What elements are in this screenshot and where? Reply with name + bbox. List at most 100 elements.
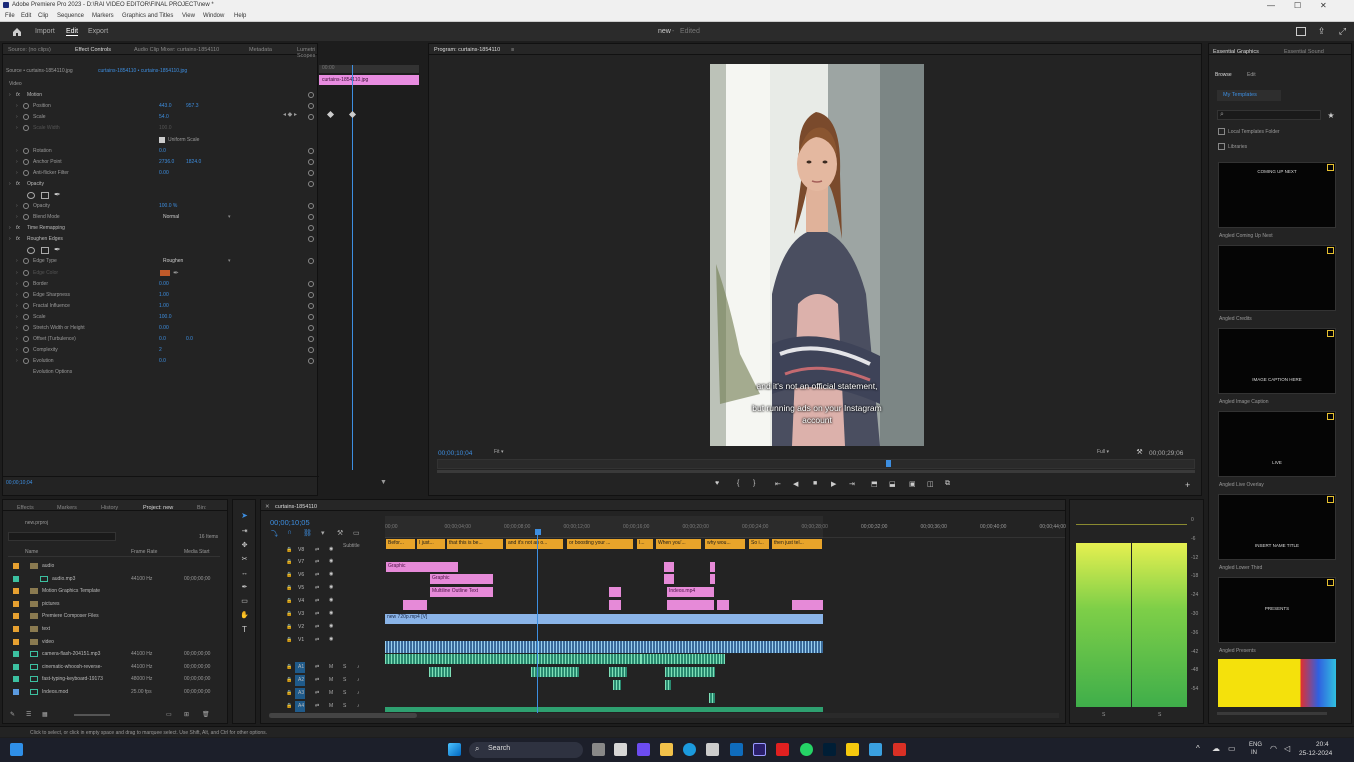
sync-lock-icon[interactable]: ⇄ — [315, 585, 319, 591]
menu-edit[interactable]: Edit — [21, 13, 31, 19]
subtitle-clip[interactable]: So i... — [749, 539, 769, 549]
quality-select[interactable]: Full ▾ — [1097, 449, 1129, 458]
delete-icon[interactable]: 🗑 — [202, 711, 210, 718]
track-header[interactable]: 🔒 V6 ⇄ ◉ — [281, 570, 397, 582]
property-value-2[interactable]: 1824.0 — [186, 159, 201, 165]
minimize-button[interactable]: — — [1267, 1, 1275, 10]
menu-graphics-and-titles[interactable]: Graphics and Titles — [122, 13, 173, 19]
edge-browser-icon[interactable] — [683, 743, 696, 756]
reset-icon[interactable] — [308, 114, 314, 121]
property-value[interactable]: 0.00 — [159, 170, 169, 176]
reset-icon[interactable] — [308, 225, 314, 232]
audio-clip[interactable] — [609, 667, 627, 677]
effect-controls-timecode[interactable]: 00;00;10;04 — [6, 480, 32, 486]
property-value-2[interactable]: 957.3 — [186, 103, 199, 109]
subtitle-clip[interactable]: Befor... — [386, 539, 415, 549]
project-item[interactable]: video — [8, 636, 218, 647]
pen-mask-icon[interactable]: ✒ — [54, 245, 61, 254]
expand-arrow-icon[interactable]: › — [16, 258, 18, 264]
project-item[interactable]: Premiere Composer Files — [8, 610, 218, 621]
graphic-clip[interactable] — [717, 600, 729, 610]
menu-help[interactable]: Help — [234, 13, 246, 19]
edge-color-swatch[interactable] — [160, 269, 170, 276]
project-item[interactable]: Indeos.mod 25.00 fps 00;00;00;00 — [8, 686, 218, 697]
mute-icon[interactable]: M — [329, 677, 333, 683]
close-button[interactable]: ✕ — [1320, 1, 1327, 10]
project-item[interactable]: audio — [8, 560, 218, 571]
timeline-sequence-tab[interactable]: curtains-1854110 — [275, 504, 317, 510]
eye-icon[interactable]: ◉ — [329, 584, 333, 590]
sync-lock-icon[interactable]: ⇄ — [315, 547, 319, 553]
selection-tool-icon[interactable]: ➤ — [239, 510, 250, 520]
expand-arrow-icon[interactable]: › — [16, 292, 18, 298]
export-frame-icon[interactable]: ▣ — [909, 480, 916, 488]
tab-import[interactable]: Import — [35, 28, 55, 35]
program-timecode[interactable]: 00;00;10;04 — [438, 450, 472, 457]
template-thumbnail-colorful[interactable] — [1218, 659, 1336, 707]
stopwatch-icon[interactable] — [23, 358, 29, 365]
graphic-clip[interactable] — [664, 562, 674, 572]
sync-lock-icon[interactable]: ⇄ — [315, 572, 319, 578]
label-color-swatch[interactable] — [13, 651, 19, 658]
property-value[interactable]: 0.00 — [159, 325, 169, 331]
sync-lock-icon[interactable]: ⇄ — [315, 703, 319, 709]
copilot-app-icon[interactable] — [637, 743, 650, 756]
expand-arrow-icon[interactable]: › — [16, 170, 18, 176]
stop-icon[interactable]: ■ — [813, 480, 817, 487]
mark-out-icon[interactable]: } — [753, 480, 755, 487]
tab-metadata[interactable]: Metadata — [249, 47, 272, 53]
property-value[interactable]: 100.0 — [159, 125, 172, 131]
column-frame-rate[interactable]: Frame Rate — [131, 549, 157, 555]
track-header[interactable]: 🔒 V2 ⇄ ◉ — [281, 622, 397, 634]
mic-icon[interactable]: ♪ — [357, 677, 360, 683]
audio-clip[interactable] — [385, 707, 823, 712]
expand-arrow-icon[interactable]: › — [16, 270, 18, 276]
lock-icon[interactable]: 🔒 — [286, 559, 292, 565]
whatsapp-app-icon[interactable] — [800, 743, 813, 756]
template-thumbnail[interactable]: INSERT NAME TITLE — [1218, 494, 1336, 560]
reset-icon[interactable] — [308, 180, 314, 187]
stopwatch-icon[interactable] — [23, 214, 29, 221]
eye-icon[interactable]: ◉ — [329, 623, 333, 629]
stopwatch-icon[interactable] — [23, 291, 29, 298]
ellipse-mask-icon[interactable] — [27, 192, 35, 199]
menu-view[interactable]: View — [182, 13, 195, 19]
track-select-tool-icon[interactable]: ⇥ — [239, 526, 250, 536]
graphic-clip[interactable] — [710, 562, 715, 572]
solo-icon[interactable]: S — [343, 677, 346, 683]
graphic-clip[interactable] — [609, 587, 621, 597]
icon-view-icon[interactable]: ▦ — [42, 711, 48, 718]
expand-arrow-icon[interactable]: › — [16, 358, 18, 364]
label-color-swatch[interactable] — [13, 588, 19, 595]
template-thumbnail[interactable]: LIVE — [1218, 411, 1336, 477]
uniform-scale-checkbox[interactable] — [159, 136, 165, 143]
subtitle-clip[interactable]: and it's not an o... — [506, 539, 563, 549]
menu-file[interactable]: File — [5, 13, 15, 19]
project-item[interactable]: camera-flash-204151.mp3 44100 Hz 00;00;00;… — [8, 648, 218, 659]
keyframe-marker[interactable] — [326, 110, 335, 119]
add-button-icon[interactable]: + — [1185, 480, 1190, 490]
track-header[interactable]: 🔒 A1 ⇄ M S ♪ — [281, 662, 397, 674]
reset-icon[interactable] — [308, 347, 314, 354]
stopwatch-icon[interactable] — [23, 269, 29, 276]
star-icon[interactable]: ★ — [1326, 110, 1336, 120]
property-value[interactable]: 100.0 — [159, 314, 172, 320]
graphic-clip[interactable]: Multiline Outline Text — [430, 587, 493, 597]
mail-app-icon[interactable] — [706, 743, 719, 756]
lock-icon[interactable]: 🔒 — [286, 637, 292, 643]
filter-icon[interactable]: ▼ — [380, 479, 387, 486]
tab-essential-sound[interactable]: Essential Sound — [1284, 49, 1324, 55]
lock-icon[interactable]: 🔒 — [286, 624, 292, 630]
battery-icon[interactable]: ▭ — [1228, 744, 1236, 753]
stopwatch-icon[interactable] — [23, 325, 29, 331]
stopwatch-icon[interactable] — [23, 125, 29, 132]
expand-arrow-icon[interactable]: › — [16, 203, 18, 209]
fx-badge[interactable]: fx — [16, 92, 20, 98]
program-zoom-bar[interactable] — [437, 470, 1195, 473]
sticky-app-icon[interactable] — [846, 743, 859, 756]
lock-icon[interactable]: 🔒 — [286, 572, 292, 578]
solo-icon[interactable]: S — [343, 690, 346, 696]
audio-clip[interactable] — [531, 667, 579, 677]
graphic-clip[interactable] — [609, 600, 621, 610]
volume-icon[interactable]: ◁ — [1284, 744, 1290, 753]
